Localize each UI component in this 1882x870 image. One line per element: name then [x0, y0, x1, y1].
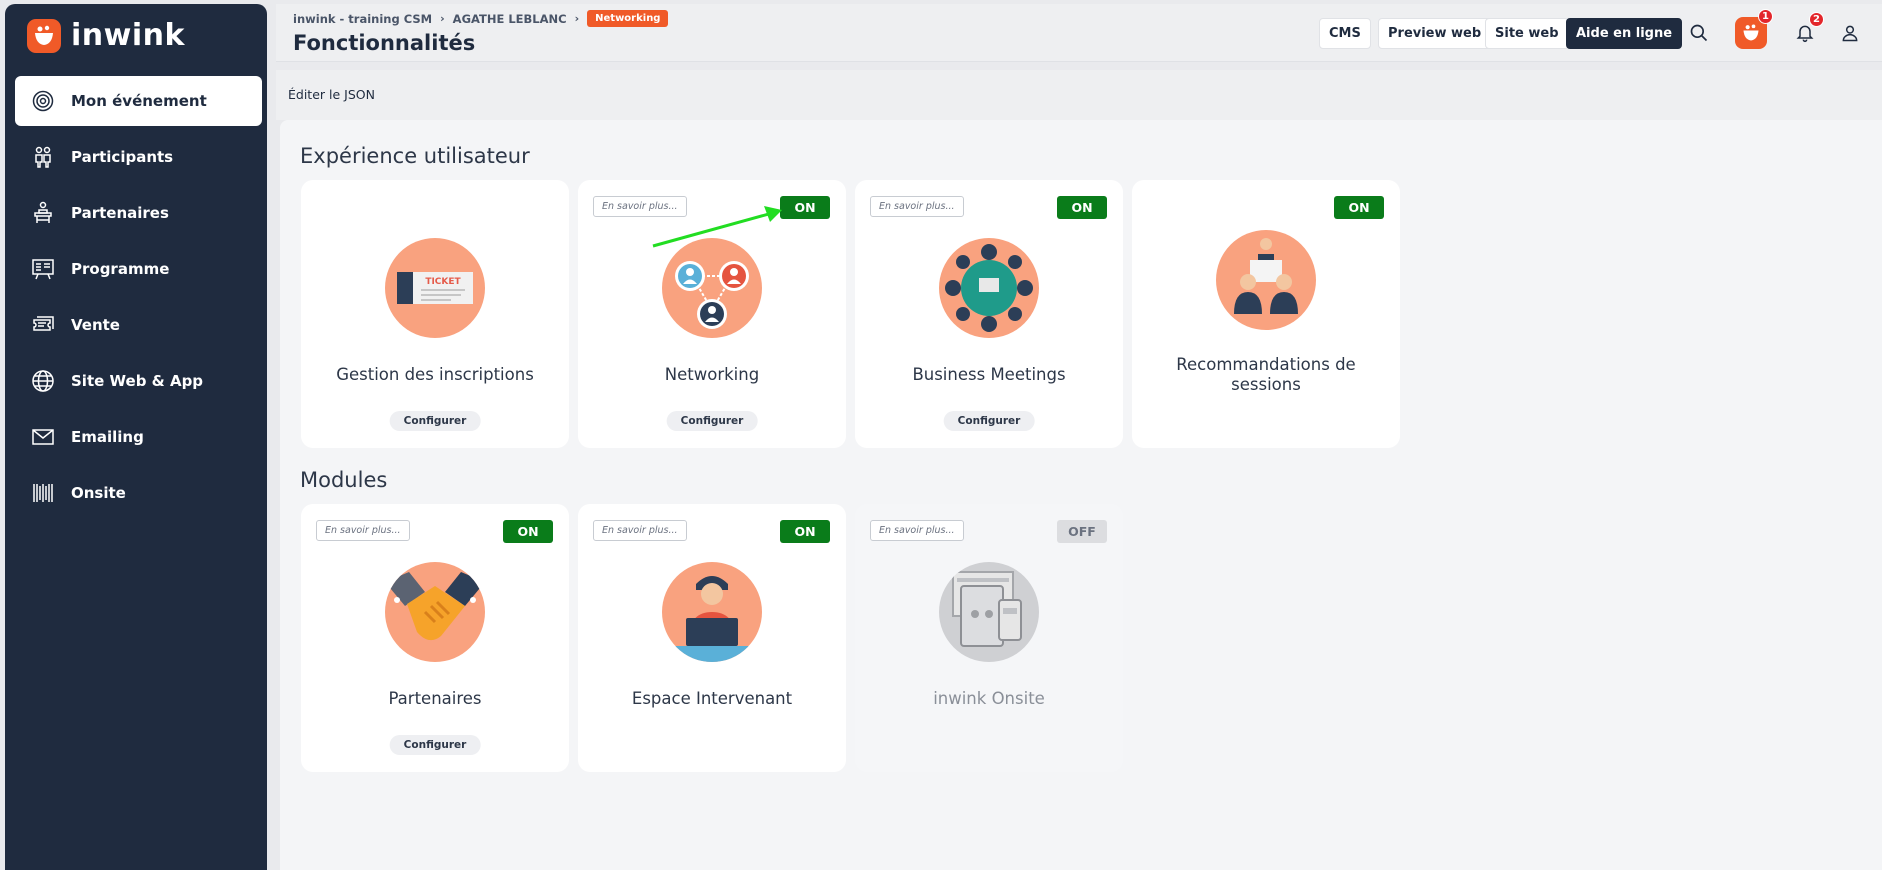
chevron-right-icon: ›: [574, 12, 580, 25]
program-board-icon: [32, 259, 54, 280]
sidebar-nav: Mon événement Participants Partenaires P…: [15, 76, 262, 524]
feature-toggle[interactable]: ON: [503, 520, 553, 543]
speaker-laptop-icon: [662, 562, 762, 662]
sub-toolbar: Éditer le JSON: [276, 70, 1882, 120]
configure-button[interactable]: Configurer: [943, 411, 1035, 431]
section-title-modules: Modules: [300, 468, 388, 492]
annotation-arrow: [652, 206, 782, 248]
top-header: inwink - training CSM › AGATHE LEBLANC ›…: [276, 4, 1882, 62]
edit-json-link[interactable]: Éditer le JSON: [288, 87, 375, 102]
mail-icon: [32, 429, 54, 445]
sidebar-item-label: Mon événement: [71, 92, 207, 110]
card-title: inwink Onsite: [933, 689, 1045, 708]
sidebar-item-label: Site Web & App: [71, 372, 204, 390]
sidebar-item-label: Onsite: [71, 484, 126, 502]
preview-web-button[interactable]: Preview web: [1378, 18, 1492, 49]
notification-badge: 2: [1809, 12, 1824, 27]
ticket-icon: TICKET: [385, 238, 485, 338]
app-badge: 1: [1758, 9, 1773, 24]
inwink-logo-icon: [27, 18, 61, 53]
sidebar-item-site-web-app[interactable]: Site Web & App: [15, 356, 262, 406]
card-title: Recommandations de sessions: [1176, 355, 1356, 394]
globe-icon: [32, 370, 54, 392]
feature-toggle[interactable]: ON: [780, 520, 830, 543]
feature-card-session-recommendations: ON Recommandations de sessions: [1132, 180, 1400, 448]
module-card-speaker-space: En savoir plus... ON Espace Intervenant: [578, 504, 846, 772]
configure-button[interactable]: Configurer: [389, 735, 481, 755]
breadcrumb-item[interactable]: AGATHE LEBLANC: [453, 12, 567, 26]
card-title: Networking: [664, 365, 760, 384]
feature-toggle[interactable]: ON: [1334, 196, 1384, 219]
page-title: Fonctionnalités: [293, 31, 476, 55]
sidebar-item-programme[interactable]: Programme: [15, 244, 262, 294]
brand-name: inwink: [71, 18, 185, 53]
breadcrumb-current-badge: Networking: [587, 10, 669, 27]
sidebar-item-vente[interactable]: Vente: [15, 300, 262, 350]
barcode-icon: [33, 484, 53, 502]
feature-card-registrations: TICKET Gestion des inscriptions Configur…: [301, 180, 569, 448]
configure-button[interactable]: Configurer: [389, 411, 481, 431]
event-target-icon: [32, 90, 54, 112]
partners-podium-icon: [34, 201, 52, 223]
card-title: Business Meetings: [912, 365, 1066, 384]
card-title: Espace Intervenant: [631, 689, 793, 708]
logo[interactable]: inwink: [27, 18, 185, 53]
sidebar-item-label: Vente: [71, 316, 120, 334]
module-card-partners: En savoir plus... ON Partenaires Configu…: [301, 504, 569, 772]
breadcrumb: inwink - training CSM › AGATHE LEBLANC ›…: [293, 10, 669, 27]
handshake-icon: [385, 562, 485, 662]
site-web-button[interactable]: Site web: [1485, 18, 1569, 49]
user-icon[interactable]: [1837, 20, 1863, 46]
tickets-icon: [33, 316, 54, 331]
sidebar-item-emailing[interactable]: Emailing: [15, 412, 262, 462]
learn-more-button[interactable]: En savoir plus...: [870, 196, 964, 217]
ticket-text: TICKET: [425, 277, 461, 287]
sidebar-item-label: Programme: [71, 260, 170, 278]
presenter-audience-icon: [1216, 230, 1316, 330]
devices-icon: [939, 562, 1039, 662]
search-icon[interactable]: [1686, 20, 1712, 46]
card-title: Partenaires: [388, 689, 482, 708]
learn-more-button[interactable]: En savoir plus...: [593, 520, 687, 541]
meeting-table-icon: [939, 238, 1039, 338]
learn-more-button[interactable]: En savoir plus...: [316, 520, 410, 541]
features-panel: Expérience utilisateur TICKET Gestion de…: [280, 120, 1882, 870]
sidebar-item-onsite[interactable]: Onsite: [15, 468, 262, 518]
participants-icon: [35, 146, 51, 168]
sidebar-item-label: Emailing: [71, 428, 144, 446]
feature-toggle[interactable]: ON: [1057, 196, 1107, 219]
help-online-button[interactable]: Aide en ligne: [1566, 18, 1683, 49]
sidebar-item-participants[interactable]: Participants: [15, 132, 262, 182]
breadcrumb-item[interactable]: inwink - training CSM: [293, 12, 432, 26]
section-title-ux: Expérience utilisateur: [300, 144, 530, 168]
inwink-app-icon[interactable]: 1: [1735, 9, 1773, 49]
networking-people-icon: [662, 238, 762, 338]
configure-button[interactable]: Configurer: [666, 411, 758, 431]
cms-button[interactable]: CMS: [1319, 18, 1371, 49]
sidebar: inwink Mon événement Participants Parten…: [5, 4, 267, 870]
sidebar-item-label: Partenaires: [71, 204, 169, 222]
sidebar-item-mon-evenement[interactable]: Mon événement: [15, 76, 262, 126]
learn-more-button[interactable]: En savoir plus...: [870, 520, 964, 541]
sidebar-item-partenaires[interactable]: Partenaires: [15, 188, 262, 238]
sidebar-item-label: Participants: [71, 148, 174, 166]
feature-card-business-meetings: En savoir plus... ON Business Meetings C…: [855, 180, 1123, 448]
feature-toggle[interactable]: OFF: [1057, 520, 1107, 543]
module-card-onsite: En savoir plus... OFF inwink Onsite: [855, 504, 1123, 772]
bell-icon[interactable]: 2: [1792, 12, 1824, 46]
chevron-right-icon: ›: [440, 12, 445, 25]
card-title: Gestion des inscriptions: [336, 365, 534, 384]
